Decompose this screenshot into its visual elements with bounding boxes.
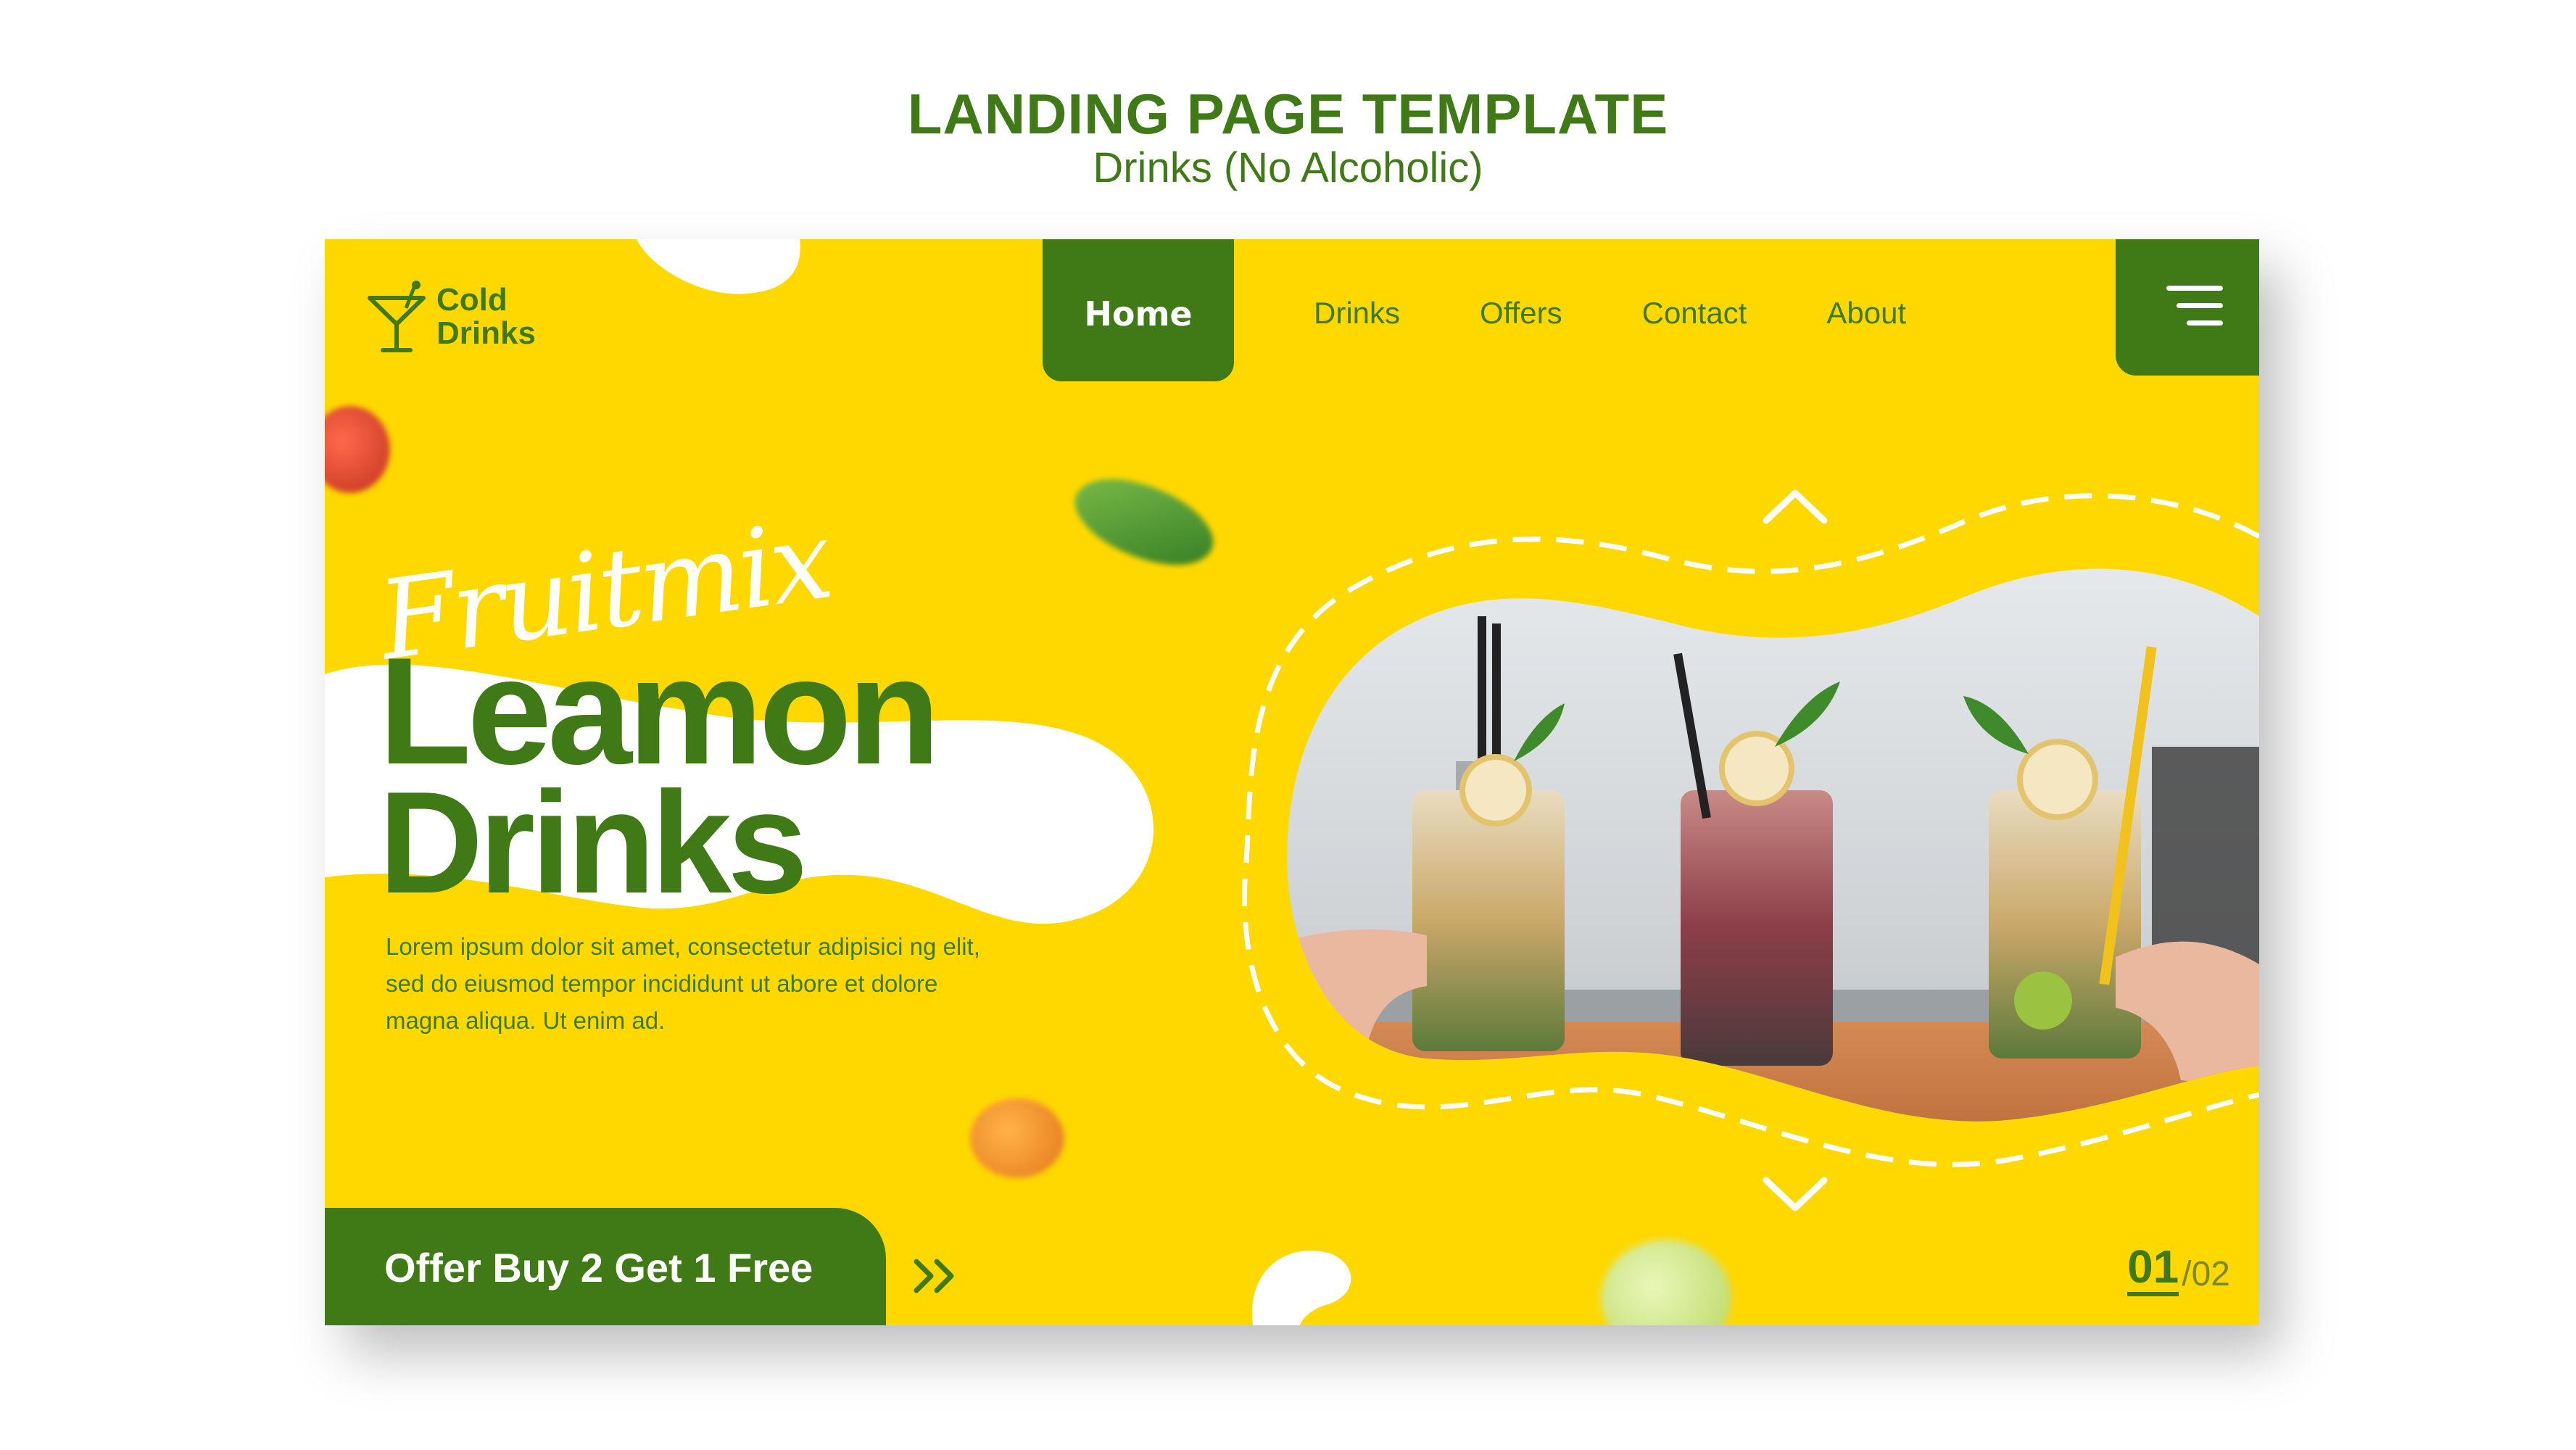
page-title: LANDING PAGE TEMPLATE [907, 82, 1669, 146]
pager-total[interactable]: /02 [2182, 1253, 2230, 1296]
page-subtitle: Drinks (No Alcoholic) [1093, 144, 1483, 191]
top-splash [637, 239, 800, 294]
chevron-up-icon[interactable] [1762, 487, 1829, 525]
bottom-splash [1251, 1250, 1351, 1325]
hero-body-text: Lorem ipsum dolor sit amet, consectetur … [386, 933, 980, 1034]
logo-line-1: Cold [436, 282, 508, 318]
nav-item-about[interactable]: About [1826, 239, 1906, 383]
pager-current[interactable]: 01 [2127, 1241, 2179, 1296]
double-chevron-right-icon[interactable] [912, 1257, 958, 1295]
orange-decoration [970, 1098, 1064, 1178]
landing-card: Cold Drinks Home Drinks Offers Contact A… [325, 239, 2259, 1325]
hero-headline-line-2: Drinks [378, 762, 808, 924]
brand-logo[interactable]: Cold Drinks [367, 279, 536, 355]
nav-item-home[interactable]: Home [1043, 239, 1234, 381]
cocktail-glass-icon [368, 281, 426, 352]
drinks-photo [1287, 568, 2259, 1122]
nav-item-drinks[interactable]: Drinks [1314, 239, 1400, 383]
main-nav: Home Drinks Offers Contact About [1043, 239, 1986, 383]
nav-item-contact[interactable]: Contact [1642, 239, 1747, 383]
menu-button[interactable] [2116, 239, 2259, 376]
nav-item-offers[interactable]: Offers [1480, 239, 1562, 383]
logo-line-2: Drinks [436, 315, 536, 351]
chevron-down-icon[interactable] [1762, 1176, 1829, 1214]
slide-pager: 01 /02 [2127, 1241, 2230, 1296]
offer-button[interactable]: Offer Buy 2 Get 1 Free [325, 1208, 886, 1325]
